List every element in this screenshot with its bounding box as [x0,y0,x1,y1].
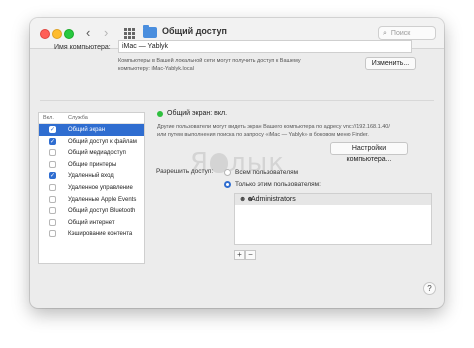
service-label: Общий доступ к файлам [68,138,137,145]
radio-only-these-users[interactable] [224,181,231,188]
close-window-button[interactable] [40,29,50,39]
service-row[interactable]: Кэширование контента [39,228,144,240]
service-label: Удаленный вход [68,173,114,180]
screen-sharing-status: Общий экран: вкл. [167,110,228,117]
note-line: компьютеру: iMac-Yablyk.local [118,65,194,72]
search-icon: ⌕ [383,30,387,37]
services-header: Вкл. Служба [39,113,144,124]
column-header-service: Служба [68,115,88,121]
minimize-window-button[interactable] [52,29,62,39]
window-title: Общий доступ [162,26,227,36]
user-name: Administrators [251,196,296,203]
service-label: Общий медиадоступ [68,150,126,157]
search-placeholder: Поиск [390,30,411,37]
service-row[interactable]: Удаленные Apple Events [39,194,144,206]
add-user-button[interactable]: + [234,250,245,260]
service-row[interactable]: Общий доступ Bluetooth [39,205,144,217]
service-label: Общий экран [68,127,106,133]
service-label: Общие принтеры [68,161,117,168]
screen-sharing-description: Другие пользователи могут видеть экран В… [157,124,397,139]
status-indicator [157,111,163,117]
service-row[interactable]: Удаленное управление [39,182,144,194]
services-list[interactable]: Вкл. Служба ✓ Общий экран ✓ Общий доступ к … [38,112,145,264]
service-checkbox[interactable] [49,218,56,226]
remove-user-button[interactable]: − [245,250,256,260]
computer-name-field[interactable]: iMac — Yablyk [118,40,412,53]
computer-settings-button[interactable]: Настройки компьютера... [330,142,408,163]
computer-name-note: Компьютеры в Вашей локальной сети могут … [118,58,338,73]
computer-name-label: Имя компьютера: [54,44,111,51]
service-row[interactable]: ✓ Общий доступ к файлам [39,136,144,148]
zoom-window-button[interactable] [64,29,74,39]
service-checkbox[interactable] [49,195,56,203]
show-all-grid-icon[interactable] [124,28,135,39]
divider [40,100,434,101]
service-row[interactable]: ✓ Удаленный вход [39,170,144,182]
service-checkbox[interactable] [49,207,56,215]
help-button[interactable]: ? [423,282,436,295]
service-row[interactable]: Общий медиадоступ [39,147,144,159]
note-line: Компьютеры в Вашей локальной сети могут … [118,58,301,64]
service-checkbox[interactable] [49,149,56,157]
description-line: или путем выполнения поиска по запросу «… [157,131,369,138]
forward-chevron-icon[interactable]: › [104,25,108,41]
list-item[interactable]: ☻☻ Administrators [235,194,431,205]
service-row[interactable]: ✓ Общий экран [39,124,144,136]
column-header-on: Вкл. [43,115,54,121]
service-row[interactable]: Общие принтеры [39,159,144,171]
search-input[interactable]: ⌕ Поиск [378,26,436,40]
service-checkbox[interactable] [49,160,56,168]
service-label: Общий доступ Bluetooth [68,208,136,215]
service-label: Кэширование контента [68,231,133,238]
radio-only-these-users-label[interactable]: Только этим пользователям: [235,181,321,188]
service-label: Удаленные Apple Events [68,196,137,203]
service-label: Удаленное управление [68,184,133,191]
allowed-users-list[interactable]: ☻☻ Administrators [234,193,432,245]
service-label: Общий интернет [68,219,115,226]
service-checkbox[interactable]: ✓ [49,172,56,180]
service-checkbox[interactable]: ✓ [49,126,56,133]
service-checkbox[interactable] [49,183,56,191]
radio-all-users[interactable] [224,169,231,176]
allow-access-label: Разрешить доступ: [156,168,214,175]
service-checkbox[interactable] [49,230,56,238]
radio-all-users-label[interactable]: Всем пользователям [235,169,298,176]
change-name-button[interactable]: Изменить... [365,57,416,70]
description-line: Другие пользователи могут видеть экран В… [157,124,390,130]
back-chevron-icon[interactable]: ‹ [86,25,90,41]
service-checkbox[interactable]: ✓ [49,137,56,145]
sharing-folder-icon [143,25,157,38]
service-row[interactable]: Общий интернет [39,217,144,229]
